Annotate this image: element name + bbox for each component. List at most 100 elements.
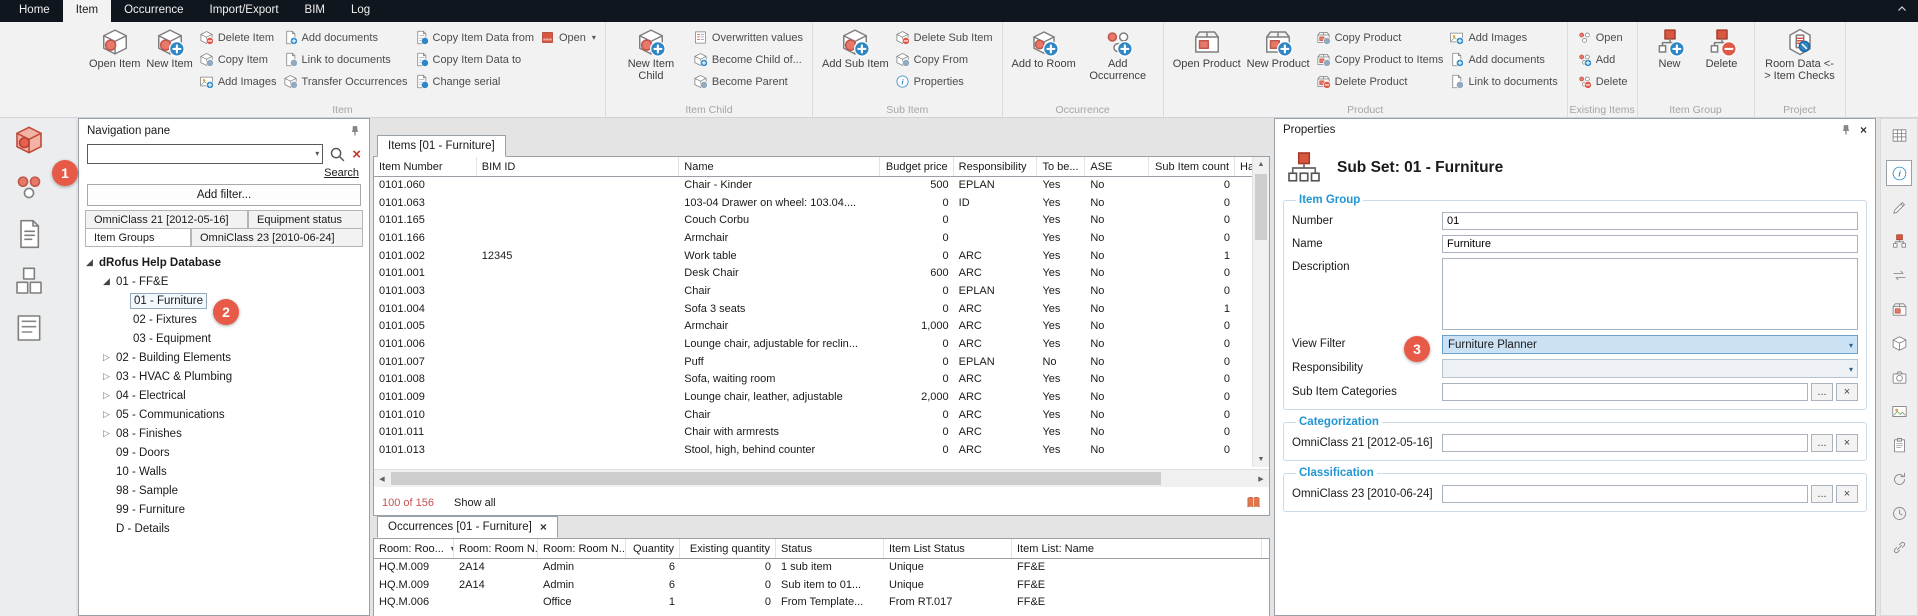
- expand-arrow-icon[interactable]: ▷: [100, 352, 113, 363]
- column-header-room-room-n[interactable]: Room: Room N...: [538, 539, 626, 558]
- column-header-name[interactable]: Name: [679, 157, 880, 176]
- nav-tab-omniclass-23-2010-06-24[interactable]: OmniClass 23 [2010-06-24]: [191, 228, 363, 247]
- clear-button[interactable]: ×: [1836, 485, 1858, 503]
- table-row[interactable]: 0101.007Puff0EPLANNoNo0: [374, 353, 1253, 371]
- omniclass21-field[interactable]: [1442, 434, 1808, 452]
- table-row[interactable]: 0101.165Couch Corbu0YesNo0: [374, 211, 1253, 229]
- column-header-room-room-n[interactable]: Room: Room N...: [454, 539, 538, 558]
- refresh-icon[interactable]: [1886, 466, 1912, 492]
- add-documents-button[interactable]: Add documents: [283, 29, 408, 46]
- expand-arrow-icon[interactable]: ▷: [100, 390, 113, 401]
- tree-item-d-details[interactable]: D - Details: [81, 519, 367, 538]
- column-header-budget-price[interactable]: Budget price: [880, 157, 954, 176]
- menu-home[interactable]: Home: [6, 0, 63, 22]
- image-icon[interactable]: [1886, 398, 1912, 424]
- table-row[interactable]: HQ.M.006Office10From Template...From RT.…: [374, 593, 1269, 611]
- link-to-documents-button[interactable]: Link to documents: [283, 51, 408, 68]
- nav-tab-item-groups[interactable]: Item Groups: [85, 228, 191, 247]
- table-row[interactable]: 0101.004Sofa 3 seats0ARCYesNo1: [374, 300, 1253, 318]
- open-product-button[interactable]: Open Product: [1170, 24, 1244, 70]
- table-row[interactable]: 0101.005Armchair1,000ARCYesNo0: [374, 318, 1253, 336]
- delete-button[interactable]: Delete: [1696, 24, 1748, 70]
- swap-arrows-icon[interactable]: [1886, 262, 1912, 288]
- info-icon[interactable]: i: [1886, 160, 1912, 186]
- open-item-button[interactable]: Open Item: [86, 24, 143, 70]
- table-row[interactable]: 0101.006Lounge chair, adjustable for rec…: [374, 335, 1253, 353]
- copy-item-data-to-button[interactable]: Copy Item Data to: [414, 51, 534, 68]
- add-images-button[interactable]: Add Images: [199, 73, 277, 90]
- collapse-arrow-icon[interactable]: ◢: [100, 276, 113, 287]
- camera-icon[interactable]: [1886, 364, 1912, 390]
- column-header-item-list-status[interactable]: Item List Status: [884, 539, 1012, 558]
- tree-item-10-walls[interactable]: 10 - Walls: [81, 462, 367, 481]
- hierarchy-icon[interactable]: [1886, 228, 1912, 254]
- column-header-sub-item-count[interactable]: Sub Item count: [1149, 157, 1235, 176]
- delete-button[interactable]: Delete: [1577, 73, 1628, 90]
- nav-tab-equipment-status[interactable]: Equipment status: [248, 210, 363, 229]
- table-row[interactable]: 0101.166Armchair0YesNo0: [374, 229, 1253, 247]
- menu-log[interactable]: Log: [338, 0, 383, 22]
- table-row[interactable]: 0101.013Stool, high, behind counter0ARCY…: [374, 441, 1253, 459]
- tree-item-08-finishes[interactable]: ▷08 - Finishes: [81, 424, 367, 443]
- vertical-scrollbar[interactable]: ▲ ▼: [1252, 157, 1269, 467]
- clock-icon[interactable]: [1886, 500, 1912, 526]
- scroll-left-icon[interactable]: ◀: [374, 471, 390, 486]
- expand-arrow-icon[interactable]: ▷: [100, 428, 113, 439]
- close-panel-icon[interactable]: ×: [1860, 124, 1867, 136]
- ellipsis-button[interactable]: ...: [1811, 434, 1833, 452]
- scrollbar-thumb[interactable]: [391, 472, 1161, 485]
- column-header-room-roo[interactable]: Room: Roo...▼: [374, 539, 454, 558]
- tab-items[interactable]: Items [01 - Furniture]: [377, 135, 506, 157]
- new-product-button[interactable]: New Product: [1244, 24, 1313, 70]
- properties-button[interactable]: iProperties: [895, 73, 993, 90]
- add-to-room-button[interactable]: Add to Room: [1009, 24, 1079, 70]
- table-row[interactable]: 0101.00212345Work table0ARCYesNo1: [374, 247, 1253, 265]
- menu-item[interactable]: Item: [63, 0, 111, 22]
- transfer-occurrences-button[interactable]: Transfer Occurrences: [283, 73, 408, 90]
- column-header-to-be[interactable]: To be...: [1037, 157, 1085, 176]
- become-child-of-button[interactable]: Become Child of...: [693, 51, 803, 68]
- number-field[interactable]: [1442, 212, 1858, 230]
- become-parent-button[interactable]: Become Parent: [693, 73, 803, 90]
- tree-item-04-electrical[interactable]: ▷04 - Electrical: [81, 386, 367, 405]
- clear-button[interactable]: ×: [1836, 434, 1858, 452]
- table-row[interactable]: 0101.009Lounge chair, leather, adjustabl…: [374, 388, 1253, 406]
- copy-product-button[interactable]: Copy Product: [1316, 29, 1444, 46]
- tree-item-03-hvac-plumbing[interactable]: ▷03 - HVAC & Plumbing: [81, 367, 367, 386]
- tree-item-05-communications[interactable]: ▷05 - Communications: [81, 405, 367, 424]
- change-serial-button[interactable]: Change serial: [414, 73, 534, 90]
- chevron-down-icon[interactable]: ▾: [315, 149, 319, 158]
- red-cube-icon[interactable]: [13, 124, 49, 158]
- omniclass23-field[interactable]: [1442, 485, 1808, 503]
- column-header-responsibility[interactable]: Responsibility: [954, 157, 1038, 176]
- column-header-bim-id[interactable]: BIM ID: [477, 157, 680, 176]
- table-row[interactable]: HQ.M.0092A14Admin601 sub itemUniqueFF&E: [374, 558, 1269, 576]
- clear-button[interactable]: ×: [1836, 383, 1858, 401]
- column-header-ha[interactable]: Ha: [1235, 157, 1253, 176]
- sub-item-categories-field[interactable]: [1442, 383, 1808, 401]
- circles-icon[interactable]: [13, 171, 49, 205]
- show-all-link[interactable]: Show all: [454, 497, 496, 509]
- name-field[interactable]: [1442, 235, 1858, 253]
- blocks-icon[interactable]: [13, 265, 49, 299]
- book-icon[interactable]: [1246, 495, 1261, 510]
- expand-arrow-icon[interactable]: ▷: [100, 371, 113, 382]
- table-row[interactable]: 0101.063103-04 Drawer on wheel: 103.04..…: [374, 194, 1253, 212]
- menu-occurrence[interactable]: Occurrence: [111, 0, 196, 22]
- copy-item-button[interactable]: Copy Item: [199, 51, 277, 68]
- ellipsis-button[interactable]: ...: [1811, 383, 1833, 401]
- pencil-icon[interactable]: [1886, 194, 1912, 220]
- delete-item-button[interactable]: Delete Item: [199, 29, 277, 46]
- add-filter-button[interactable]: Add filter...: [87, 184, 361, 206]
- expand-arrow-icon[interactable]: ▷: [100, 409, 113, 420]
- tree-item-01-ff-e[interactable]: ◢01 - FF&E: [81, 272, 367, 291]
- copy-product-to-items-button[interactable]: Copy Product to Items: [1316, 51, 1444, 68]
- table-row[interactable]: 0101.001Desk Chair600ARCYesNo0: [374, 264, 1253, 282]
- new-button[interactable]: New: [1644, 24, 1696, 70]
- add-sub-item-button[interactable]: Add Sub Item: [819, 24, 892, 70]
- column-header-ase[interactable]: ASE: [1085, 157, 1149, 176]
- clipboard-icon[interactable]: [1886, 432, 1912, 458]
- copy-item-data-from-button[interactable]: Copy Item Data from: [414, 29, 534, 46]
- scroll-right-icon[interactable]: ▶: [1253, 471, 1269, 486]
- nav-tab-omniclass-21-2012-05-16[interactable]: OmniClass 21 [2012-05-16]: [85, 210, 248, 229]
